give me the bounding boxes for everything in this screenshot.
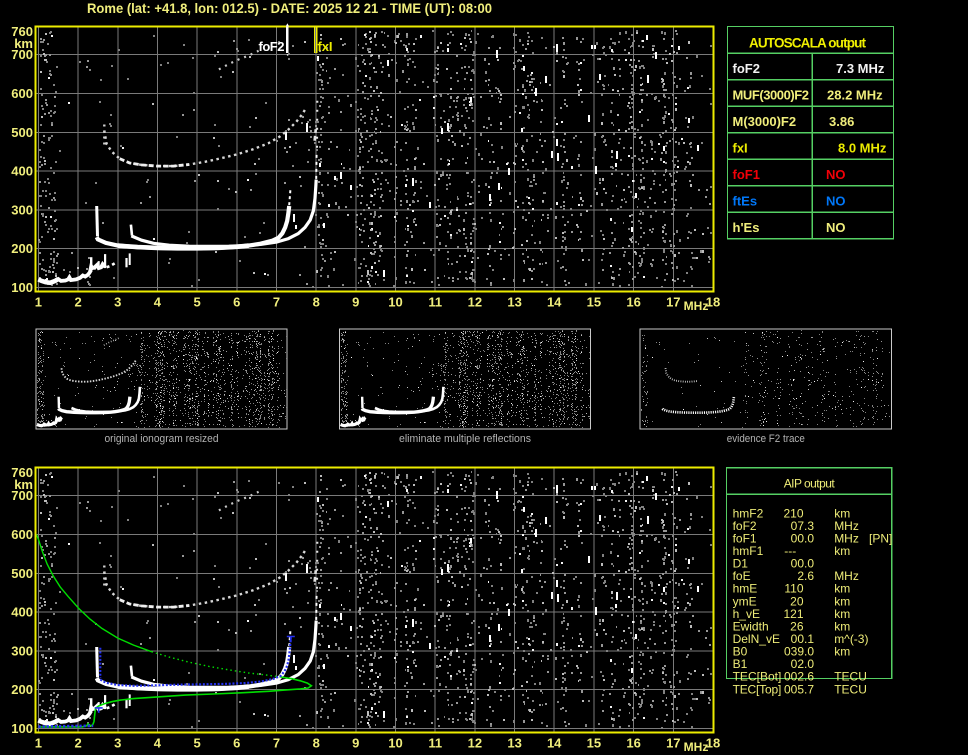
svg-text:NO: NO [826,194,846,209]
svg-text:17: 17 [666,295,680,310]
svg-text:15: 15 [587,295,601,310]
svg-text:300: 300 [11,643,33,658]
svg-text:700: 700 [11,488,33,503]
svg-text:TEC[Top]: TEC[Top] [733,682,782,696]
svg-text:M(3000)F2: M(3000)F2 [733,114,797,129]
svg-text:1: 1 [35,736,42,751]
svg-text:200: 200 [11,241,33,256]
svg-text:ftEs: ftEs [733,194,758,209]
svg-text:[PN]: [PN] [869,531,892,545]
svg-text:fxI: fxI [733,141,748,156]
svg-text:fxI: fxI [318,39,333,54]
svg-text:100: 100 [11,280,33,295]
svg-text:9: 9 [352,295,359,310]
svg-text:MUF(3000)F2: MUF(3000)F2 [733,88,810,103]
svg-text:10: 10 [388,295,402,310]
svg-text:17: 17 [666,736,680,751]
svg-text:16: 16 [626,295,640,310]
svg-text:foF2: foF2 [259,39,285,54]
svg-text:AIP output: AIP output [784,476,836,490]
svg-text:10: 10 [388,736,402,751]
svg-text:2: 2 [74,736,81,751]
svg-text:12: 12 [468,736,482,751]
svg-text:005.7: 005.7 [784,682,814,696]
svg-text:MHz: MHz [684,740,709,754]
svg-text:foF2: foF2 [733,61,760,76]
svg-text:NO: NO [826,220,846,235]
svg-text:km: km [834,645,850,659]
svg-text:h'Es: h'Es [733,220,760,235]
svg-text:eliminate multiple reflections: eliminate multiple reflections [399,433,531,445]
svg-text:1: 1 [35,295,42,310]
svg-text:AUTOSCALA output: AUTOSCALA output [749,36,867,51]
svg-text:7: 7 [273,295,280,310]
svg-text:6: 6 [233,736,240,751]
svg-text:11: 11 [428,295,442,310]
svg-text:4: 4 [154,295,162,310]
svg-text:200: 200 [11,682,33,697]
svg-text:9: 9 [352,736,359,751]
svg-text:600: 600 [11,86,33,101]
svg-text:8: 8 [313,295,320,310]
svg-text:evidence F2 trace: evidence F2 trace [727,433,805,445]
svg-text:foF1: foF1 [733,167,760,182]
svg-text:14: 14 [547,295,562,310]
svg-text:14: 14 [547,736,562,751]
svg-text:8.0 MHz: 8.0 MHz [838,141,887,156]
svg-text:15: 15 [587,736,601,751]
svg-text:Rome (lat: +41.8, lon: 012.5): Rome (lat: +41.8, lon: 012.5) - DATE: 20… [87,0,492,16]
svg-text:7: 7 [273,736,280,751]
svg-text:3: 3 [114,736,121,751]
svg-text:4: 4 [154,736,162,751]
svg-text:12: 12 [468,295,482,310]
svg-text:400: 400 [11,164,33,179]
svg-text:400: 400 [11,605,33,620]
svg-text:700: 700 [11,47,33,62]
svg-text:original ionogram resized: original ionogram resized [105,433,219,445]
svg-text:2: 2 [74,295,81,310]
svg-text:3: 3 [114,295,121,310]
svg-text:7.3 MHz: 7.3 MHz [836,61,885,76]
svg-text:11: 11 [428,736,442,751]
svg-text:5: 5 [193,295,200,310]
svg-text:16: 16 [626,736,640,751]
svg-text:500: 500 [11,566,33,581]
svg-text:TECU: TECU [834,682,867,696]
svg-text:6: 6 [233,295,240,310]
svg-text:5: 5 [193,736,200,751]
svg-text:13: 13 [507,736,521,751]
svg-text:28.2 MHz: 28.2 MHz [827,88,883,103]
svg-text:500: 500 [11,125,33,140]
svg-text:8: 8 [313,736,320,751]
svg-text:100: 100 [11,721,33,736]
svg-text:3.86: 3.86 [829,114,854,129]
svg-text:km: km [834,544,850,558]
svg-text:600: 600 [11,527,33,542]
svg-text:NO: NO [826,167,846,182]
svg-text:MHz: MHz [684,299,709,313]
svg-text:13: 13 [507,295,521,310]
svg-text:300: 300 [11,202,33,217]
